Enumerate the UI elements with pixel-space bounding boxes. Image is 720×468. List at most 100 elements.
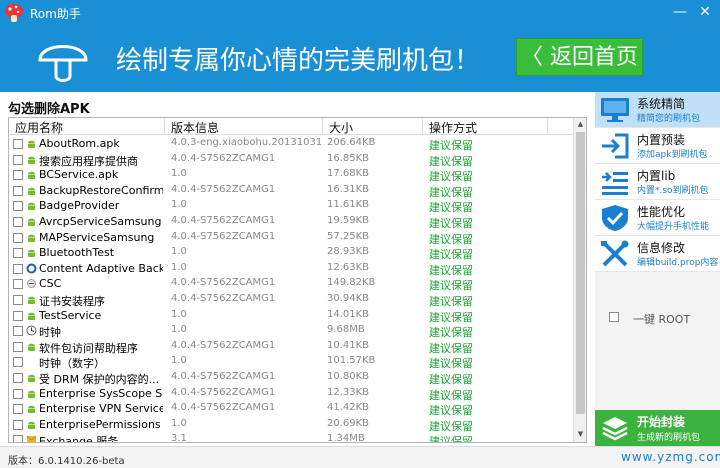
row-action[interactable]: 建议保留	[429, 199, 473, 215]
table-row[interactable]: 搜索应用程序提供商 4.0.4-S7562ZCAMG1 16.85KB 建议保留	[9, 152, 574, 168]
start-button-sub: 生成新的刷机包	[637, 433, 701, 443]
row-action[interactable]: 建议保留	[429, 277, 473, 293]
table-row[interactable]: CSC 4.0.4-S7562ZCAMG1 149.82KB 建议保留	[9, 276, 574, 292]
row-checkbox[interactable]	[13, 201, 23, 212]
row-checkbox[interactable]	[13, 388, 23, 399]
row-checkbox[interactable]	[13, 154, 23, 165]
table-row[interactable]: 证书安装程序 4.0.4-S7562ZCAMG1 30.94KB 建议保留	[9, 292, 574, 308]
row-action[interactable]: 建议保留	[429, 153, 473, 169]
table-row[interactable]: BCService.apk 1.0 17.68KB 建议保留	[9, 167, 574, 183]
row-version: 4.0.4-S7562ZCAMG1	[171, 214, 276, 226]
row-checkbox[interactable]	[13, 279, 23, 290]
row-action[interactable]: 建议保留	[429, 387, 473, 403]
row-action[interactable]: 建议保留	[429, 293, 473, 309]
status-bar: 版本：6.0.1410.26-beta www.yzmg.com	[0, 446, 720, 468]
table-row[interactable]: BackupRestoreConfirmat... 4.0.4-S7562ZCAM…	[9, 183, 574, 199]
table-row[interactable]: Exchange 服务 3.1 1.34MB 建议保留	[9, 432, 574, 442]
row-checkbox[interactable]	[13, 232, 23, 243]
android-icon	[26, 138, 37, 149]
sidebar-item-system-slim[interactable]: 系统精简 精简您的刷机包	[595, 92, 720, 128]
row-action[interactable]: 建议保留	[429, 215, 473, 231]
row-checkbox[interactable]	[13, 139, 23, 149]
row-action[interactable]: 建议保留	[429, 402, 473, 418]
sidebar-item-info-edit[interactable]: 信息修改 编辑build.prop内容	[595, 236, 720, 272]
table-row[interactable]: MAPServiceSamsung 4.0.4-S7562ZCAMG1 57.25K…	[9, 230, 574, 246]
row-app-name: 时钟（数字）	[39, 357, 105, 371]
row-app-name: AvrcpServiceSamsung	[39, 214, 162, 228]
scroll-thumb[interactable]	[576, 132, 585, 414]
apk-rows: AboutRom.apk 4.0.3-eng.xiaobohu.20131031.…	[9, 136, 574, 442]
row-action[interactable]: 建议保留	[429, 433, 473, 442]
sidebar: 系统精简 精简您的刷机包 内置预装 添加apk到刷机包 内置lib 内置*.so…	[595, 92, 720, 438]
table-row[interactable]: 受 DRM 保护的内容的... 4.0.4-S7562ZCAMG1 10.80KB 建…	[9, 370, 574, 386]
vertical-scrollbar[interactable]: ▲ ▼	[573, 118, 586, 442]
root-checkbox[interactable]	[609, 312, 619, 322]
sidebar-item-performance[interactable]: 性能优化 大幅提升手机性能	[595, 200, 720, 236]
row-action[interactable]: 建议保留	[429, 309, 473, 325]
scroll-down-icon[interactable]: ▼	[576, 430, 585, 439]
start-package-button[interactable]: 开始封装 生成新的刷机包	[595, 410, 720, 446]
row-checkbox[interactable]	[13, 372, 23, 383]
apk-list[interactable]: 应用名称 版本信息 大小 操作方式 AboutRom.apk 4.0.3-eng.…	[8, 117, 587, 443]
row-action[interactable]: 建议保留	[429, 262, 473, 278]
import-arrow-icon	[602, 133, 629, 159]
row-checkbox[interactable]	[13, 419, 23, 430]
row-checkbox[interactable]	[13, 185, 23, 196]
table-row[interactable]: TestService 1.0 14.01KB 建议保留	[9, 308, 574, 324]
row-action[interactable]: 建议保留	[429, 371, 473, 387]
row-action[interactable]: 建议保留	[429, 231, 473, 247]
back-home-button[interactable]: 〈 返回首页	[516, 38, 643, 76]
row-action[interactable]: 建议保留	[429, 168, 473, 184]
row-app-name: BackupRestoreConfirmat...	[39, 183, 163, 197]
table-row[interactable]: BluetoothTest 1.0 28.93KB 建议保留	[9, 245, 574, 261]
row-checkbox[interactable]	[13, 170, 23, 181]
table-row[interactable]: 时钟（数字） 1.0 101.57KB 建议保留	[9, 354, 574, 370]
row-checkbox[interactable]	[13, 341, 23, 352]
sidebar-item-builtin-apk[interactable]: 内置预装 添加apk到刷机包	[595, 128, 720, 164]
table-row[interactable]: BadgeProvider 1.0 11.61KB 建议保留	[9, 198, 574, 214]
monitor-icon	[601, 98, 629, 122]
row-checkbox[interactable]	[13, 294, 23, 305]
row-action[interactable]: 建议保留	[429, 137, 473, 153]
column-header-name[interactable]: 应用名称	[15, 119, 63, 136]
table-row[interactable]: AvrcpServiceSamsung 4.0.4-S7562ZCAMG1 19.5…	[9, 214, 574, 230]
table-row[interactable]: EnterprisePermissions 1.0 20.69KB 建议保留	[9, 417, 574, 433]
column-header-version[interactable]: 版本信息	[171, 119, 219, 136]
sidebar-item-builtin-lib[interactable]: 内置lib 内置*.so到刷机包	[595, 164, 720, 200]
close-icon[interactable]: ✕	[694, 3, 716, 21]
table-row[interactable]: Content Adaptive Backlig... 1.0 12.63KB 建议保…	[9, 261, 574, 277]
minimize-icon[interactable]: —	[669, 3, 691, 21]
column-header-action[interactable]: 操作方式	[429, 119, 477, 136]
table-row[interactable]: Enterprise VPN Services 4.0.4-S7562ZCAMG1…	[9, 401, 574, 417]
row-checkbox[interactable]	[13, 310, 23, 321]
website-link[interactable]: www.yzmg.com	[621, 450, 720, 464]
table-row[interactable]: 时钟 1.0 9.68MB 建议保留	[9, 323, 574, 339]
row-action[interactable]: 建议保留	[429, 184, 473, 200]
row-action[interactable]: 建议保留	[429, 324, 473, 340]
table-row[interactable]: Enterprise SysScope Ser... 4.0.4-S7562ZCA…	[9, 386, 574, 402]
row-action[interactable]: 建议保留	[429, 418, 473, 434]
table-row[interactable]: AboutRom.apk 4.0.3-eng.xiaobohu.20131031.…	[9, 136, 574, 152]
column-header-size[interactable]: 大小	[329, 119, 353, 136]
clock-icon	[26, 325, 37, 336]
android-icon	[26, 294, 37, 305]
row-action[interactable]: 建议保留	[429, 246, 473, 262]
blue-ring-icon	[26, 263, 37, 274]
row-checkbox[interactable]	[13, 216, 23, 227]
row-app-name: 证书安装程序	[39, 294, 105, 308]
table-row[interactable]: 软件包访问帮助程序 4.0.4-S7562ZCAMG1 10.41KB 建议保留	[9, 339, 574, 355]
row-version: 1.0	[171, 261, 187, 273]
row-action[interactable]: 建议保留	[429, 355, 473, 371]
row-checkbox[interactable]	[13, 263, 23, 274]
row-app-name: MAPServiceSamsung	[39, 230, 155, 244]
window-title: Rom助手	[30, 7, 81, 21]
row-checkbox[interactable]	[13, 248, 23, 259]
mushroom-logo-icon	[5, 4, 23, 22]
scroll-up-icon[interactable]: ▲	[576, 120, 585, 129]
row-checkbox[interactable]	[13, 326, 23, 337]
row-checkbox[interactable]	[13, 435, 23, 442]
row-checkbox[interactable]	[13, 404, 23, 415]
row-checkbox[interactable]	[13, 357, 23, 368]
row-size: 14.01KB	[327, 308, 370, 320]
row-action[interactable]: 建议保留	[429, 340, 473, 356]
